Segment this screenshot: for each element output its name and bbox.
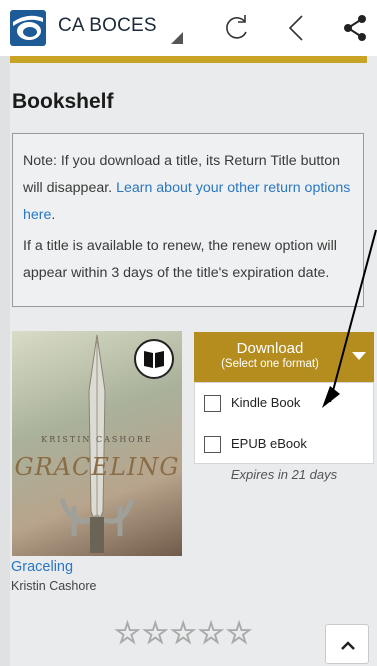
rating-stars[interactable]: ☆☆☆☆☆ [113,616,253,651]
overdrive-logo-icon[interactable] [10,10,46,46]
format-option-kindle[interactable]: Kindle Book [195,387,373,421]
library-name[interactable]: CA BOCES [58,15,157,37]
download-sublabel: (Select one format) [221,358,319,370]
format-option-label: EPUB eBook [231,436,307,451]
library-dropdown-indicator[interactable] [171,32,183,44]
scroll-to-top-button[interactable] [325,624,369,664]
note-renew-paragraph: If a title is available to renew, the re… [23,238,337,281]
book-title-link[interactable]: Graceling [11,559,73,575]
back-chevron-icon[interactable] [280,10,316,46]
format-menu: Kindle Book EPUB eBook [194,382,374,464]
read-book-button[interactable] [134,339,174,379]
download-button[interactable]: Download (Select one format) [194,332,374,382]
refresh-icon[interactable] [218,10,254,46]
chevron-down-icon[interactable] [352,352,366,360]
chevron-up-icon [341,641,355,650]
format-option-epub[interactable]: EPUB eBook [195,428,373,462]
note-return-paragraph: Note: If you download a title, its Retur… [23,148,353,229]
download-label: Download [236,340,304,357]
cover-title-text: GRACELING [14,453,180,481]
kindle-checkbox[interactable] [204,395,221,412]
note-period: . [51,207,56,223]
format-option-label: Kindle Book [231,395,301,410]
book-open-icon [144,351,164,368]
accent-strip [10,56,367,63]
epub-checkbox[interactable] [204,436,221,453]
expiration-text: Expires in 21 days [230,467,338,482]
book-author: Kristin Cashore [11,579,97,593]
cover-author-text: KRISTIN CASHORE [41,435,153,444]
page-title: Bookshelf [12,90,114,113]
note-box: Note: If you download a title, its Retur… [12,133,364,307]
share-icon[interactable] [338,10,374,46]
app-bar: CA BOCES [0,0,377,56]
side-edge [0,56,10,666]
